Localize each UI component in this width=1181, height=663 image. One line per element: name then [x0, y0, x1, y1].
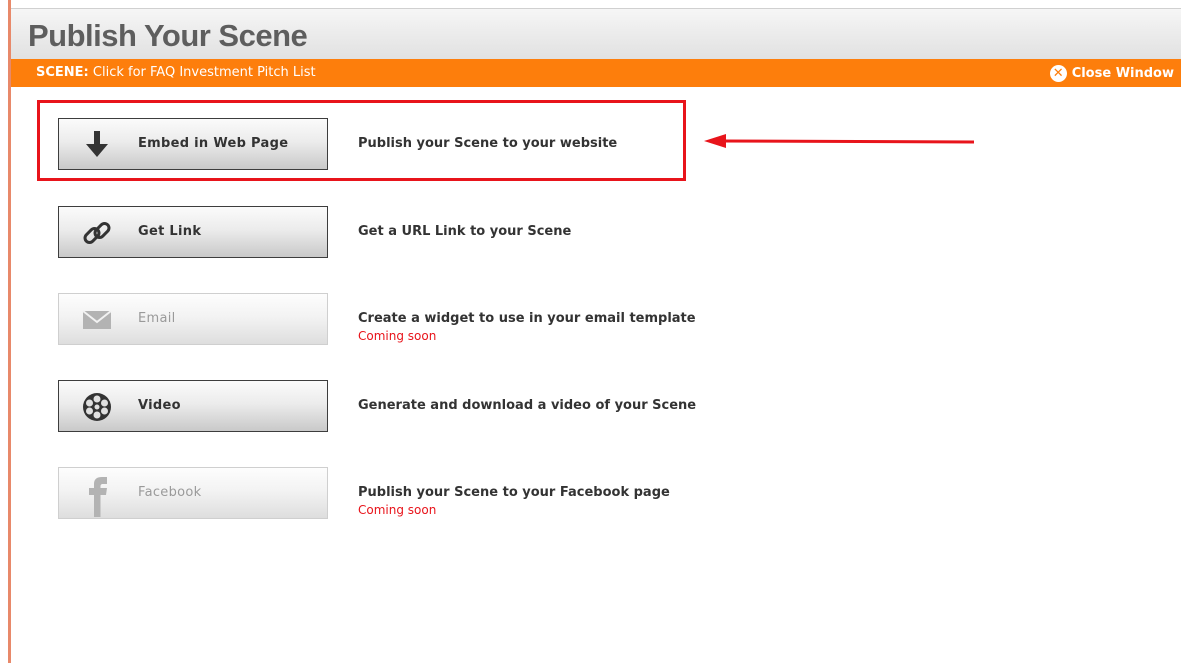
- facebook-button[interactable]: Facebook: [58, 467, 328, 519]
- scene-prefix: SCENE:: [36, 65, 89, 80]
- left-border: [0, 0, 11, 663]
- envelope-icon: [81, 305, 113, 335]
- get-link-button[interactable]: Get Link: [58, 206, 328, 258]
- email-button[interactable]: Email: [58, 293, 328, 345]
- facebook-coming-soon: Coming soon: [358, 503, 437, 517]
- email-button-label: Email: [138, 311, 176, 326]
- close-window-button[interactable]: ✕ Close Window: [1049, 63, 1174, 83]
- facebook-description: Publish your Scene to your Facebook page: [358, 485, 670, 500]
- page-title: Publish Your Scene: [28, 18, 308, 53]
- close-icon: ✕: [1049, 64, 1067, 82]
- video-button-label: Video: [138, 398, 181, 413]
- scene-bar: SCENE: Click for FAQ Investment Pitch Li…: [11, 59, 1181, 87]
- annotation-highlight-box: [37, 100, 686, 181]
- title-bar: Publish Your Scene: [11, 8, 1181, 59]
- annotation-arrow: [704, 134, 975, 148]
- get-link-description: Get a URL Link to your Scene: [358, 224, 572, 239]
- scene-faq-text: Click for FAQ Investment Pitch List: [92, 65, 316, 80]
- email-description: Create a widget to use in your email tem…: [358, 311, 696, 326]
- facebook-button-label: Facebook: [138, 485, 202, 500]
- get-link-button-label: Get Link: [138, 224, 202, 239]
- email-coming-soon: Coming soon: [358, 329, 437, 343]
- film-reel-icon: [81, 392, 113, 422]
- chain-link-icon: [81, 218, 113, 248]
- close-window-label: Close Window: [1071, 65, 1174, 81]
- facebook-icon: [81, 477, 113, 517]
- video-button[interactable]: Video: [58, 380, 328, 432]
- video-description: Generate and download a video of your Sc…: [358, 398, 697, 413]
- scene-faq-link[interactable]: SCENE: Click for FAQ Investment Pitch Li…: [36, 65, 316, 80]
